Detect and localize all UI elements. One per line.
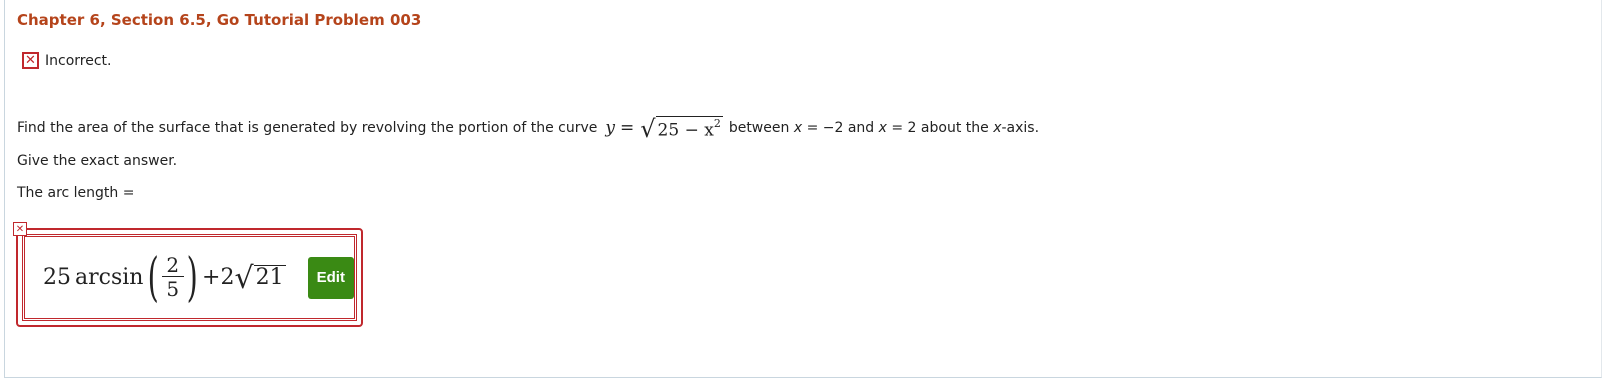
- curve-exponent: 2: [713, 117, 721, 131]
- edit-button[interactable]: Edit: [307, 256, 354, 299]
- instruction-text: Give the exact answer.: [17, 153, 178, 169]
- var-x-2: x: [878, 120, 887, 136]
- question-text: Find the area of the surface that is gen…: [17, 115, 1040, 143]
- status-text: Incorrect.: [45, 52, 112, 69]
- question-mid: between: [728, 120, 790, 136]
- answer-border: 25 arcsin ( 2 5 ) +2 √ 21 Edit: [16, 228, 363, 327]
- question-suffix: -axis.: [1001, 120, 1040, 136]
- var-x-1: x: [793, 120, 803, 136]
- x-mark-icon: ✕: [22, 52, 39, 69]
- answer-radicand: 21: [253, 265, 286, 290]
- left-paren: (: [148, 247, 160, 308]
- sqrt-icon: √: [234, 260, 254, 296]
- curve-radicand: 25 − x2: [655, 116, 723, 141]
- question-prefix: Find the area of the surface that is gen…: [17, 120, 598, 136]
- condition-2: = 2 about the: [891, 120, 989, 136]
- answer-box: ✕ 25 arcsin ( 2 5 ) +2 √ 21 Edit: [13, 222, 363, 328]
- arc-length-prompt: The arc length =: [17, 185, 135, 201]
- curve-lhs: y: [605, 118, 615, 138]
- curve-radicand-text: 25 − x: [657, 120, 714, 141]
- answer-field[interactable]: 25 arcsin ( 2 5 ) +2 √ 21 Edit: [22, 234, 357, 321]
- fraction-denominator: 5: [166, 277, 180, 301]
- right-paren: ): [186, 247, 198, 308]
- var-x-3: x: [993, 120, 1002, 136]
- fraction-numerator: 2: [166, 253, 180, 277]
- condition-1: = −2 and: [806, 120, 875, 136]
- answer-fraction: 2 5: [161, 253, 184, 301]
- answer-coefficient: 25: [43, 265, 71, 290]
- problem-title: Chapter 6, Section 6.5, Go Tutorial Prob…: [17, 11, 422, 29]
- curve-equation: y = √ 25 − x2: [605, 115, 723, 143]
- x-mark-icon: ✕: [13, 222, 27, 236]
- answer-function: arcsin: [75, 265, 144, 290]
- curve-eq: =: [619, 118, 635, 138]
- sqrt-icon: √: [640, 115, 656, 143]
- answer-plus-term: +2: [202, 265, 235, 290]
- incorrect-status: ✕ Incorrect.: [22, 52, 111, 69]
- answer-expression: 25 arcsin ( 2 5 ) +2 √ 21: [43, 252, 286, 304]
